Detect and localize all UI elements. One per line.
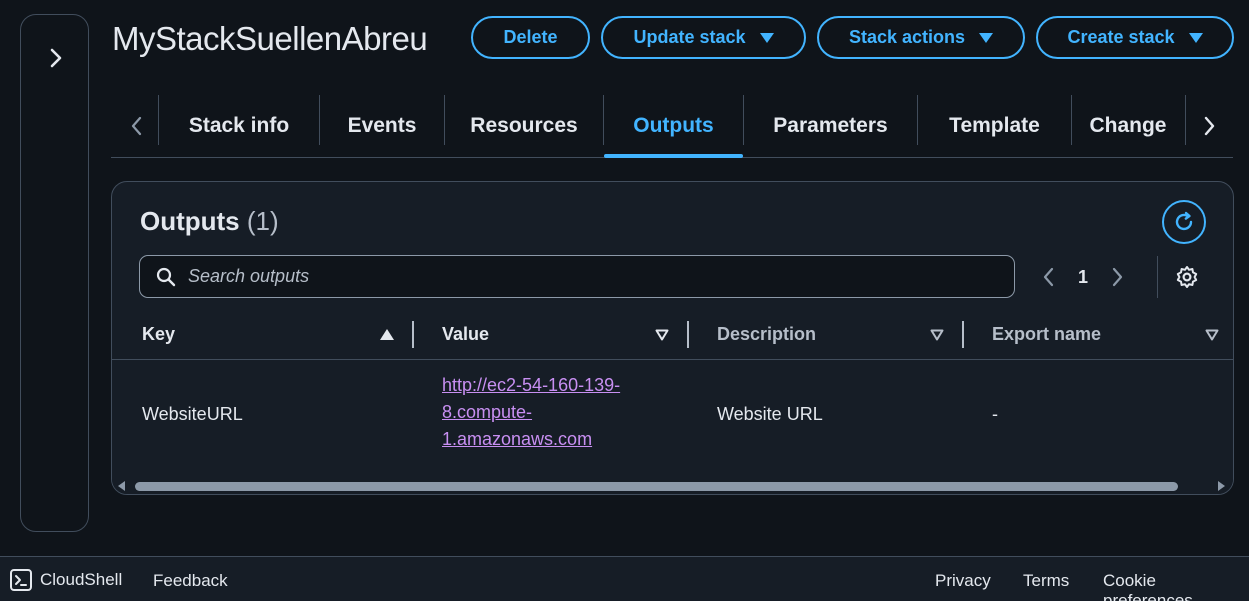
pagination-divider [1157,256,1158,298]
chevron-left-icon [131,116,142,136]
tab-events[interactable]: Events [320,95,444,157]
tab-divider [1185,95,1186,145]
page-title: MyStackSuellenAbreu [112,20,428,57]
output-key: WebsiteURL [142,404,243,424]
output-description: Website URL [717,404,823,424]
output-value-line[interactable]: 1.amazonaws.com [442,429,592,449]
column-header-description[interactable]: Description [717,324,816,345]
stack-tabs: Stack info Events Resources Outputs Para… [111,95,1233,158]
update-stack-button[interactable]: Update stack [601,16,806,59]
output-export-name: - [992,404,998,424]
chevron-right-icon [1204,116,1215,136]
current-page-number[interactable]: 1 [1078,267,1088,288]
sort-ascending-icon[interactable] [380,329,394,340]
chevron-right-icon [50,48,62,68]
refresh-button[interactable] [1162,200,1206,244]
sort-descending-icon[interactable] [655,329,669,341]
search-input[interactable] [188,266,988,287]
tab-template[interactable]: Template [918,95,1071,157]
feedback-link[interactable]: Feedback [153,571,228,591]
caret-down-icon [979,32,994,43]
horizontal-scrollbar[interactable] [112,478,1233,494]
pagination: 1 [1042,262,1124,292]
column-resizer[interactable] [412,321,414,348]
search-field[interactable] [139,255,1015,298]
terms-link[interactable]: Terms [1023,571,1069,591]
tab-outputs[interactable]: Outputs [604,95,743,158]
cloudshell-label: CloudShell [40,570,123,589]
expand-navigation-button[interactable] [43,45,69,71]
update-stack-label: Update stack [633,27,746,47]
delete-button-label: Delete [503,27,558,47]
console-footer: CloudShell Feedback Privacy Terms Cookie… [0,556,1249,601]
tabs-scroll-right-button[interactable] [1195,111,1225,141]
table-header: Key Value Description Export name [112,316,1233,360]
caret-down-icon [1188,32,1203,43]
terminal-icon [10,569,32,591]
delete-button[interactable]: Delete [471,16,590,59]
gear-icon [1176,266,1198,288]
side-navigation-panel [20,14,89,532]
outputs-heading: Outputs (1) [140,206,279,237]
tab-parameters[interactable]: Parameters [744,95,917,157]
outputs-count: (1) [246,206,279,236]
tab-stack-info[interactable]: Stack info [159,95,319,157]
search-icon [156,267,176,286]
previous-page-icon[interactable] [1042,267,1054,287]
privacy-link[interactable]: Privacy [935,571,991,591]
stack-actions-button[interactable]: Stack actions [817,16,1025,59]
sort-descending-icon[interactable] [930,329,944,341]
output-value-line[interactable]: 8.compute- [442,402,532,422]
column-header-export-name[interactable]: Export name [992,324,1101,345]
next-page-icon[interactable] [1112,267,1124,287]
scrollbar-thumb[interactable] [135,482,1178,491]
outputs-title: Outputs [140,206,240,236]
tabs-scroll-left-button[interactable] [121,111,151,141]
column-header-key[interactable]: Key [142,324,175,345]
output-value-line[interactable]: http://ec2-54-160-139- [442,375,620,395]
output-value-link[interactable]: http://ec2-54-160-139- 8.compute- 1.amaz… [442,372,620,453]
table-preferences-button[interactable] [1174,264,1200,290]
tab-resources[interactable]: Resources [445,95,603,157]
column-resizer[interactable] [687,321,689,348]
caret-down-icon [759,32,774,43]
outputs-container: Outputs (1) 1 Key Value [111,181,1234,495]
cloudshell-button[interactable]: CloudShell [10,569,122,591]
stack-actions-label: Stack actions [848,27,966,47]
create-stack-button[interactable]: Create stack [1036,16,1234,59]
sort-descending-icon[interactable] [1205,329,1219,341]
column-header-value[interactable]: Value [442,324,489,345]
create-stack-label: Create stack [1067,27,1175,47]
tab-change-sets[interactable]: Change [1072,95,1184,157]
scroll-right-icon[interactable] [1218,481,1226,491]
scroll-left-icon[interactable] [118,481,126,491]
column-resizer[interactable] [962,321,964,348]
refresh-icon [1175,211,1193,231]
cookie-preferences-link[interactable]: Cookie preferences [1103,571,1249,601]
